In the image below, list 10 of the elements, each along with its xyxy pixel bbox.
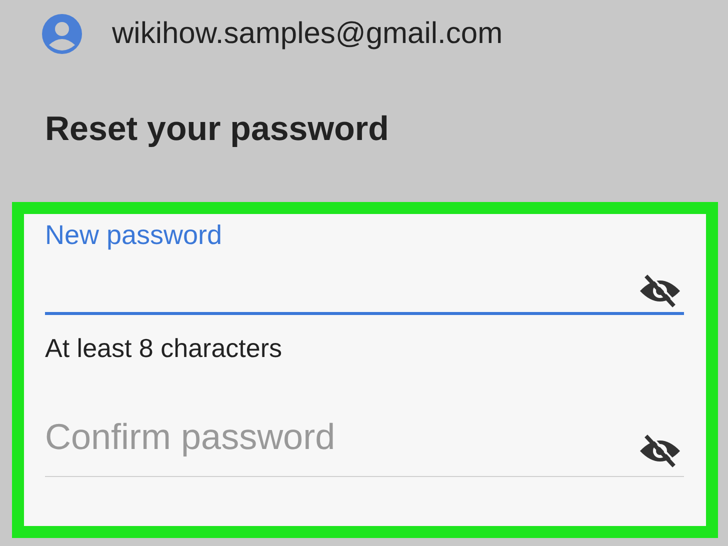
password-field[interactable]: New password xyxy=(45,220,684,315)
helper-text: At least 8 characters xyxy=(45,332,283,364)
page-heading: Reset your password xyxy=(44,109,390,150)
field-label: New password xyxy=(45,220,222,251)
eye-off-icon[interactable] xyxy=(638,434,682,468)
account-email: wikihow.samples@gmail.com xyxy=(112,17,503,51)
field-label: Confirm password xyxy=(45,416,336,459)
account-icon xyxy=(42,14,82,54)
password-field[interactable]: Confirm password xyxy=(45,370,684,477)
eye-off-icon[interactable] xyxy=(638,274,682,308)
